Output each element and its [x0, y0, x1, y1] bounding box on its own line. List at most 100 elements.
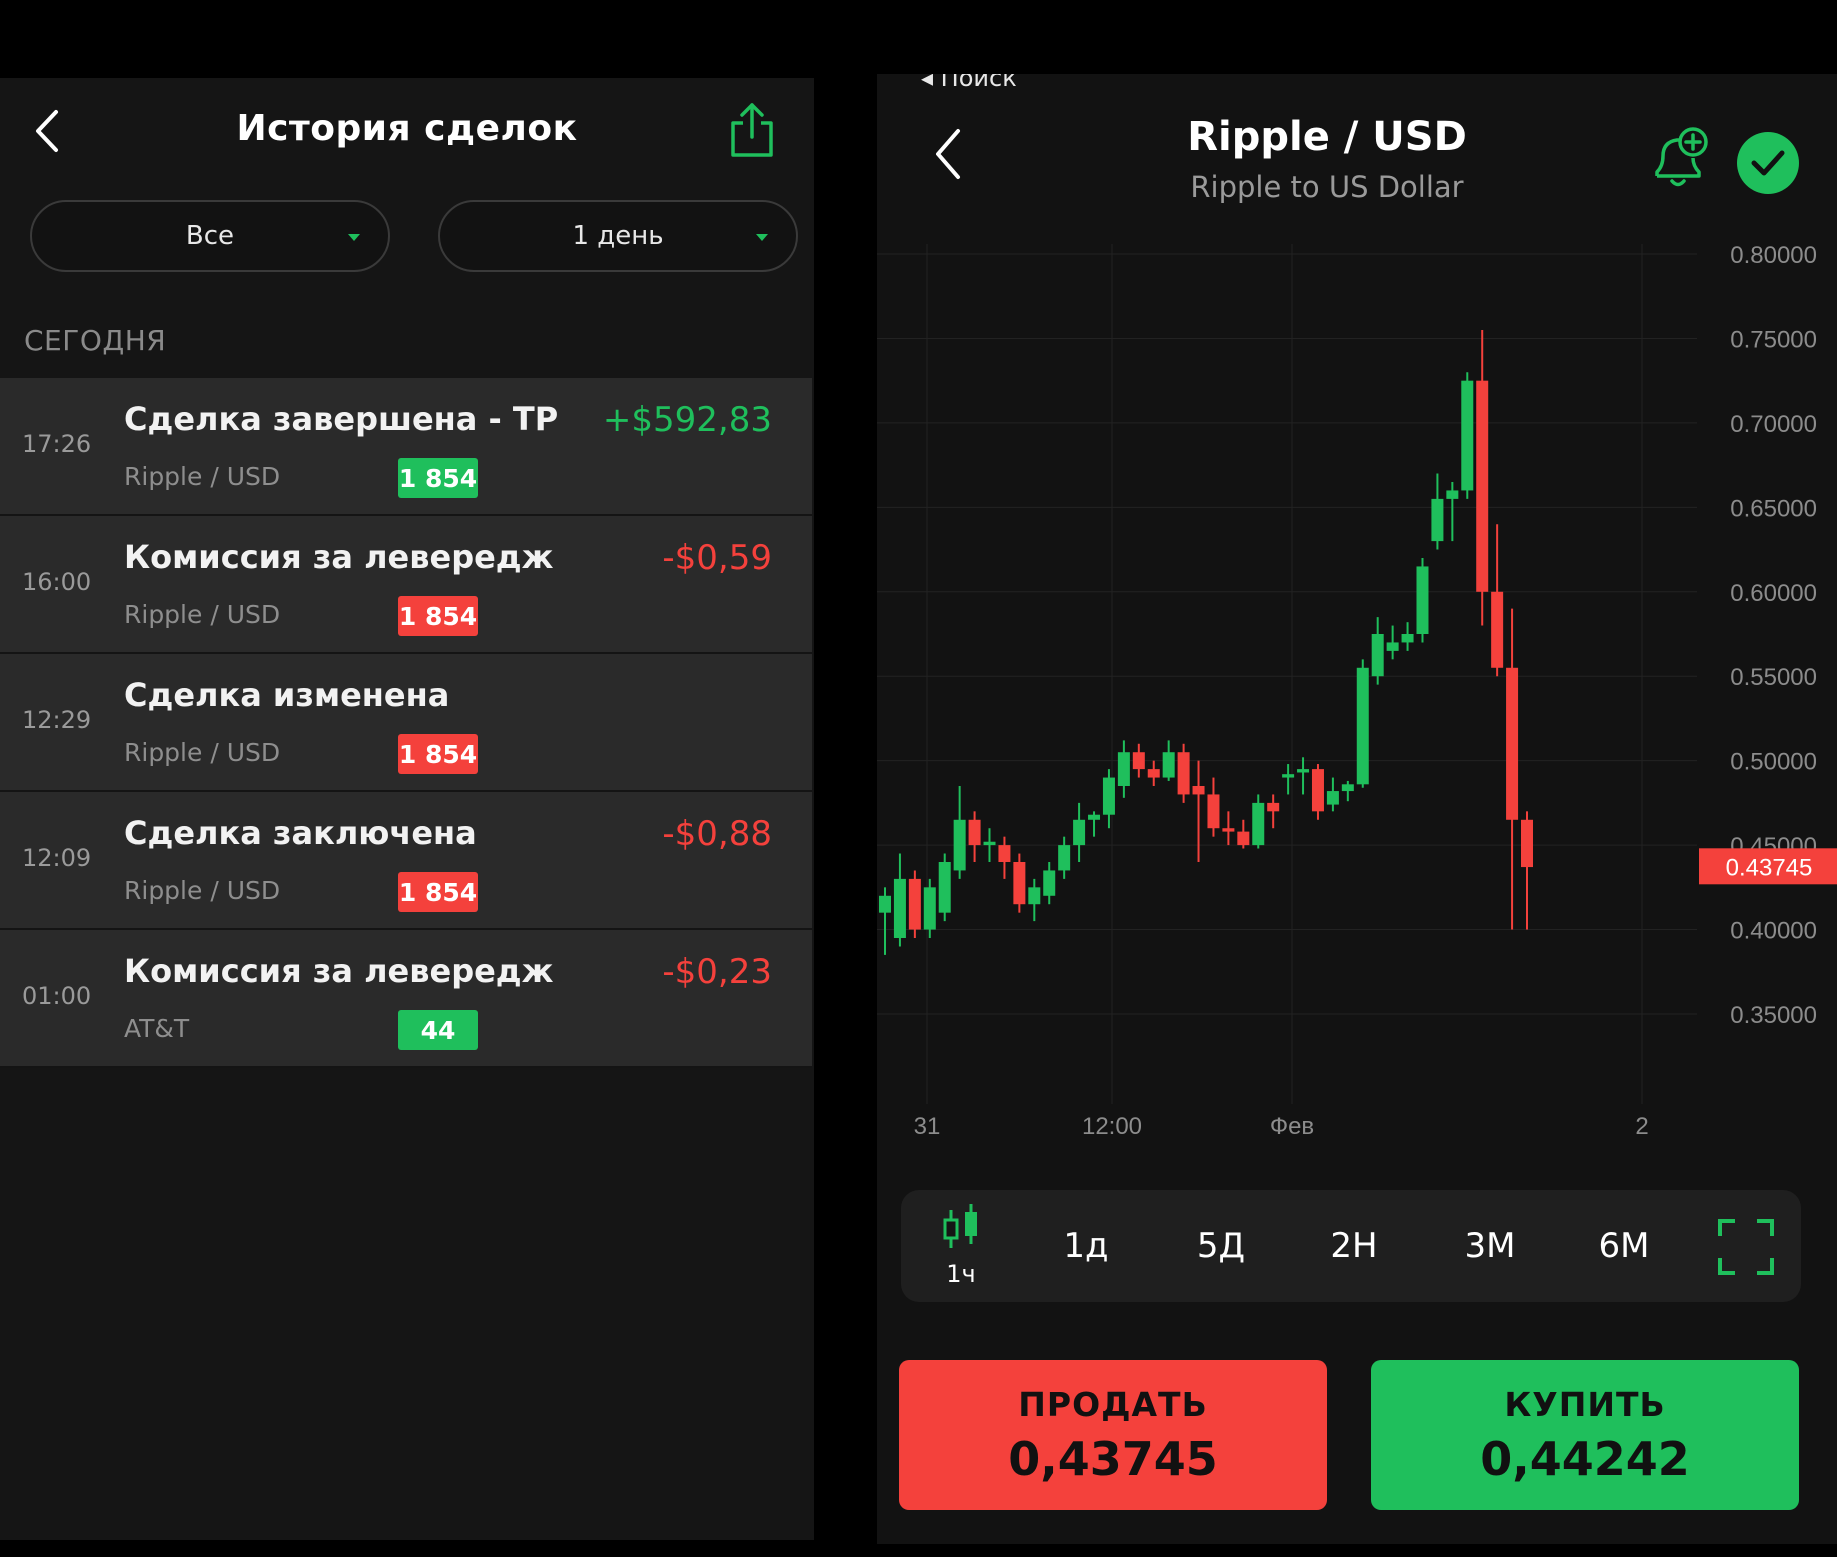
history-row[interactable]: 16:00 Комиссия за левередж Ripple / USD … [0, 516, 812, 654]
candle-body [1521, 819, 1533, 868]
row-symbol: AT&T [124, 1014, 190, 1043]
row-title: Сделка завершена - TP [124, 400, 559, 438]
watchlist-check-button[interactable] [1737, 132, 1799, 194]
history-row[interactable]: 01:00 Комиссия за левередж AT&T 44 -$0,2… [0, 930, 812, 1068]
history-list: 17:26 Сделка завершена - TP Ripple / USD… [0, 378, 812, 1068]
candle-body [1058, 845, 1071, 871]
row-time: 12:09 [22, 844, 92, 872]
timeframe-2w[interactable]: 2Н [1309, 1190, 1399, 1302]
header: История сделок [0, 78, 814, 188]
y-tick-label: 0.40000 [1730, 918, 1817, 945]
candle-body [1222, 828, 1235, 832]
candle-body [1192, 786, 1205, 795]
row-symbol: Ripple / USD [124, 462, 281, 491]
candle-body [953, 819, 966, 871]
candlestick-chart[interactable]: 0.80000 0.75000 0.70000 0.65000 0.60000 0.550… [877, 242, 1837, 1224]
row-quantity-badge: 1 854 [398, 872, 478, 912]
trade-history-screen: История сделок Все 1 день СЕГОДНЯ 17:26 … [0, 78, 814, 1540]
y-tick-label: 0.50000 [1730, 749, 1817, 776]
candle-body [1102, 777, 1115, 815]
candle-body [1132, 752, 1145, 770]
timeframe-1d[interactable]: 1д [1041, 1190, 1131, 1302]
candle-body [1476, 380, 1489, 592]
candle-body [1386, 642, 1399, 651]
sell-button[interactable]: ПРОДАТЬ 0,43745 [899, 1360, 1327, 1510]
candle-body [1356, 667, 1369, 785]
row-title: Сделка изменена [124, 676, 450, 714]
type-filter-dropdown[interactable]: Все [30, 200, 390, 272]
candle-body [1446, 490, 1459, 499]
row-title: Сделка заключена [124, 814, 477, 852]
candle-body [923, 887, 936, 930]
candle-body [1073, 819, 1086, 846]
history-row[interactable]: 12:29 Сделка изменена Ripple / USD 1 854 [0, 654, 812, 792]
candle-body [1416, 566, 1429, 634]
candle-body [908, 878, 921, 930]
instrument-title: Ripple / USD [1187, 114, 1467, 160]
candle-body [1506, 667, 1519, 820]
buy-label: КУПИТЬ [1504, 1384, 1666, 1424]
y-tick-label: 0.80000 [1730, 244, 1817, 269]
buy-button[interactable]: КУПИТЬ 0,44242 [1371, 1360, 1799, 1510]
row-quantity-badge: 44 [398, 1010, 478, 1050]
timeframe-5d[interactable]: 5Д [1176, 1190, 1266, 1302]
y-tick-label: 0.75000 [1730, 326, 1817, 353]
expand-icon [1718, 1219, 1774, 1275]
timeframe-1h-candles[interactable]: 1ч [931, 1200, 991, 1292]
price-chart[interactable]: 0.80000 0.75000 0.70000 0.65000 0.60000 0.550… [877, 242, 1837, 1224]
candle-body [1431, 498, 1444, 542]
candle-body [1371, 634, 1384, 677]
row-title: Комиссия за левередж [124, 538, 554, 576]
timeframe-3m[interactable]: 3М [1445, 1190, 1535, 1302]
candle-body [1162, 752, 1175, 778]
candle-body [1341, 784, 1354, 792]
candle-body [1013, 862, 1026, 905]
candle-body [938, 862, 951, 913]
timeframe-6m[interactable]: 6М [1579, 1190, 1669, 1302]
type-filter-value: Все [185, 221, 235, 251]
buy-price: 0,44242 [1480, 1431, 1690, 1486]
row-time: 16:00 [22, 568, 92, 596]
candle-body [1252, 802, 1265, 846]
add-alert-button[interactable] [1645, 126, 1711, 192]
share-button[interactable] [728, 100, 776, 160]
y-tick-label: 0.55000 [1730, 664, 1817, 691]
y-tick-label: 0.35000 [1730, 1002, 1817, 1029]
x-tick-label: Фев [1270, 1113, 1314, 1140]
candle-body [1147, 769, 1160, 778]
caret-down-icon [756, 234, 768, 241]
fullscreen-button[interactable] [1717, 1218, 1775, 1276]
row-quantity-badge: 1 854 [398, 734, 478, 774]
candle-body [1237, 831, 1250, 846]
candle-body [1267, 802, 1280, 812]
instrument-subtitle: Ripple to US Dollar [1190, 170, 1464, 204]
period-filter-dropdown[interactable]: 1 день [438, 200, 798, 272]
row-symbol: Ripple / USD [124, 876, 281, 905]
candle-body [1088, 814, 1101, 820]
timeframe-bar: 1ч 1д 5Д 2Н 3М 6М [901, 1190, 1801, 1302]
row-quantity-badge: 1 854 [398, 458, 478, 498]
x-tick-label: 31 [914, 1113, 941, 1140]
bell-plus-icon [1655, 127, 1708, 187]
share-icon [731, 103, 773, 157]
candle-body [1326, 791, 1339, 805]
sell-label: ПРОДАТЬ [1018, 1384, 1208, 1424]
y-tick-label: 0.65000 [1730, 495, 1817, 522]
row-symbol: Ripple / USD [124, 600, 281, 629]
y-tick-label: 0.60000 [1730, 580, 1817, 607]
candle-body [1311, 769, 1324, 812]
candle-body [1028, 887, 1041, 905]
row-time: 12:29 [22, 706, 92, 734]
x-tick-label: 2 [1635, 1113, 1648, 1140]
candle-body [983, 841, 996, 846]
candle-body [968, 819, 981, 846]
history-row[interactable]: 12:09 Сделка заключена Ripple / USD 1 85… [0, 792, 812, 930]
breadcrumb[interactable]: ◂ Поиск [921, 74, 1017, 92]
history-row[interactable]: 17:26 Сделка завершена - TP Ripple / USD… [0, 378, 812, 516]
candles-icon [943, 1204, 977, 1248]
x-tick-label: 12:00 [1082, 1113, 1142, 1140]
candle-body [1282, 774, 1295, 778]
candle-body [879, 895, 891, 913]
row-amount: -$0,59 [662, 538, 772, 578]
candle-body [1297, 769, 1310, 773]
